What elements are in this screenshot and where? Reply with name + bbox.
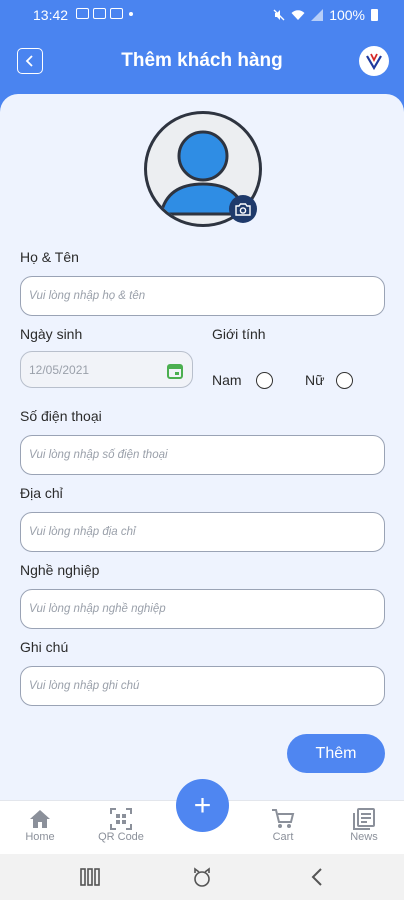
app-header: Thêm khách hàng: [0, 30, 404, 94]
phone-placeholder: Vui lòng nhập số điện thoại: [29, 449, 168, 461]
battery-percent: 100%: [329, 7, 365, 23]
message-icon: [93, 8, 106, 19]
cart-icon: [272, 809, 295, 828]
wifi-icon: [291, 10, 305, 20]
gender-female-radio[interactable]: [336, 372, 353, 389]
status-bar: 13:42 100%: [0, 0, 404, 30]
phone-input[interactable]: Vui lòng nhập số điện thoại: [20, 435, 385, 475]
battery-icon: [371, 9, 378, 21]
gender-label: Giới tính: [212, 326, 266, 342]
nav-label-home: Home: [25, 831, 55, 843]
camera-icon: [235, 202, 251, 216]
gender-male-label: Nam: [212, 372, 242, 388]
logo-icon: [366, 53, 382, 71]
recent-apps-button[interactable]: [80, 866, 100, 888]
phone-label: Số điện thoại: [20, 408, 102, 424]
status-right: 100%: [273, 7, 378, 23]
full-name-label: Họ & Tên: [20, 249, 79, 265]
recent-apps-icon: [80, 868, 100, 886]
nav-item-qr-code[interactable]: QR Code: [91, 807, 151, 843]
system-nav-bar: [0, 854, 404, 900]
job-label: Nghề nghiệp: [20, 562, 100, 578]
full-name-placeholder: Vui lòng nhập họ & tên: [29, 290, 146, 302]
calendar-icon[interactable]: [166, 362, 184, 380]
notification-icons: [76, 8, 133, 19]
nav-label-qr-code: QR Code: [98, 831, 144, 843]
birthday-value: 12/05/2021: [29, 362, 90, 377]
home-button-icon: [194, 867, 210, 887]
status-time: 13:42: [33, 7, 69, 23]
page-title: Thêm khách hàng: [121, 50, 283, 71]
home-system-button[interactable]: [192, 866, 212, 888]
nav-label-news: News: [350, 831, 378, 843]
job-input[interactable]: Vui lòng nhập nghề nghiệp: [20, 589, 385, 629]
qr-code-icon: [110, 808, 132, 830]
more-notifications-icon: [129, 11, 133, 16]
signal-icon: [311, 9, 324, 21]
form-card: Họ & Tên Vui lòng nhập họ & tên Ngày sin…: [0, 94, 404, 800]
nav-item-home[interactable]: Home: [10, 807, 70, 843]
plus-icon: +: [193, 788, 212, 822]
app-logo: [359, 46, 389, 76]
mute-icon: [273, 9, 285, 21]
address-placeholder: Vui lòng nhập địa chỉ: [29, 526, 136, 538]
back-arrow-icon: [311, 868, 322, 886]
camera-button[interactable]: [229, 195, 257, 223]
add-customer-button[interactable]: Thêm: [287, 734, 385, 773]
note-label: Ghi chú: [20, 639, 69, 655]
home-icon: [30, 810, 50, 828]
gender-female-label: Nữ: [305, 372, 325, 388]
address-label: Địa chỉ: [20, 485, 63, 501]
back-system-button[interactable]: [310, 866, 324, 888]
add-fab-button[interactable]: +: [176, 779, 229, 832]
nav-label-cart: Cart: [272, 831, 294, 843]
birthday-label: Ngày sinh: [20, 326, 83, 342]
news-icon: [353, 808, 375, 830]
gallery-icon: [76, 8, 89, 19]
note-placeholder: Vui lòng nhập ghi chú: [29, 680, 140, 692]
birthday-input[interactable]: 12/05/2021: [20, 351, 193, 388]
gender-male-radio[interactable]: [256, 372, 273, 389]
address-input[interactable]: Vui lòng nhập địa chỉ: [20, 512, 385, 552]
nav-item-news[interactable]: News: [334, 807, 394, 843]
note-input[interactable]: Vui lòng nhập ghi chú: [20, 666, 385, 706]
chat-icon: [110, 8, 123, 19]
full-name-input[interactable]: Vui lòng nhập họ & tên: [20, 276, 385, 316]
job-placeholder: Vui lòng nhập nghề nghiệp: [29, 603, 166, 615]
nav-item-cart[interactable]: Cart: [253, 807, 313, 843]
